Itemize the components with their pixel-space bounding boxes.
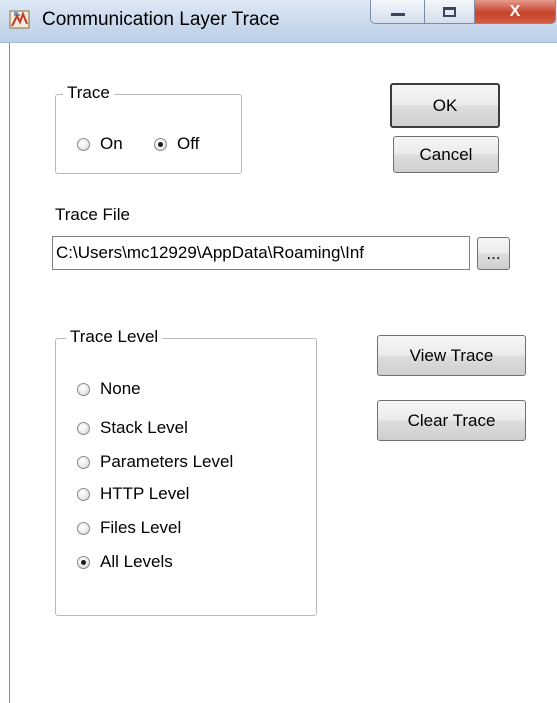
app-icon bbox=[9, 10, 30, 29]
trace-level-stack-label: Stack Level bbox=[100, 418, 188, 437]
ok-button[interactable]: OK bbox=[390, 83, 500, 128]
trace-on-option[interactable]: On bbox=[77, 133, 123, 155]
view-trace-button[interactable]: View Trace bbox=[377, 335, 526, 376]
trace-level-option-http[interactable]: HTTP Level bbox=[77, 483, 189, 505]
trace-file-input[interactable]: C:\Users\mc12929\AppData\Roaming\Inf bbox=[52, 236, 470, 270]
minimize-button[interactable] bbox=[370, 0, 425, 24]
trace-off-radio[interactable] bbox=[154, 137, 167, 151]
clear-trace-button-label: Clear Trace bbox=[407, 410, 496, 430]
minimize-icon bbox=[390, 13, 405, 16]
maximize-button[interactable] bbox=[425, 0, 475, 24]
cancel-button[interactable]: Cancel bbox=[393, 136, 499, 173]
cancel-button-label: Cancel bbox=[419, 144, 473, 164]
trace-level-http-label: HTTP Level bbox=[100, 484, 190, 503]
trace-level-option-parameters[interactable]: Parameters Level bbox=[77, 451, 233, 473]
maximize-icon bbox=[443, 6, 456, 17]
trace-off-label: Off bbox=[177, 134, 200, 153]
trace-on-label: On bbox=[100, 134, 123, 153]
close-icon: X bbox=[509, 2, 521, 20]
clear-trace-button[interactable]: Clear Trace bbox=[377, 400, 526, 441]
browse-button[interactable]: ... bbox=[477, 237, 510, 270]
browse-button-label: ... bbox=[486, 243, 501, 263]
window-title: Communication Layer Trace bbox=[42, 9, 280, 30]
trace-level-all-radio[interactable] bbox=[77, 555, 90, 569]
trace-level-stack-radio[interactable] bbox=[77, 421, 90, 435]
window-left-border bbox=[9, 43, 10, 703]
trace-level-option-none[interactable]: None bbox=[77, 378, 141, 400]
trace-level-parameters-label: Parameters Level bbox=[100, 452, 234, 471]
title-bar[interactable]: Communication Layer Trace X bbox=[0, 0, 557, 43]
trace-level-files-radio[interactable] bbox=[77, 521, 90, 535]
trace-level-group-label: Trace Level bbox=[66, 327, 163, 347]
trace-level-parameters-radio[interactable] bbox=[77, 455, 90, 469]
ok-button-label: OK bbox=[432, 95, 458, 115]
trace-level-option-stack[interactable]: Stack Level bbox=[77, 417, 188, 439]
view-trace-button-label: View Trace bbox=[409, 345, 494, 365]
trace-level-http-radio[interactable] bbox=[77, 487, 90, 501]
trace-off-option[interactable]: Off bbox=[154, 133, 199, 155]
trace-level-none-radio[interactable] bbox=[77, 382, 90, 396]
trace-level-files-label: Files Level bbox=[100, 518, 182, 537]
trace-level-none-label: None bbox=[100, 379, 141, 398]
trace-level-option-files[interactable]: Files Level bbox=[77, 517, 181, 539]
trace-level-option-all[interactable]: All Levels bbox=[77, 551, 173, 573]
trace-level-all-label: All Levels bbox=[100, 552, 173, 571]
trace-on-radio[interactable] bbox=[77, 137, 90, 151]
trace-file-label: Trace File bbox=[55, 205, 130, 224]
caption-buttons: X bbox=[370, 0, 556, 24]
trace-group-label: Trace bbox=[63, 83, 114, 103]
close-button[interactable]: X bbox=[475, 0, 556, 24]
